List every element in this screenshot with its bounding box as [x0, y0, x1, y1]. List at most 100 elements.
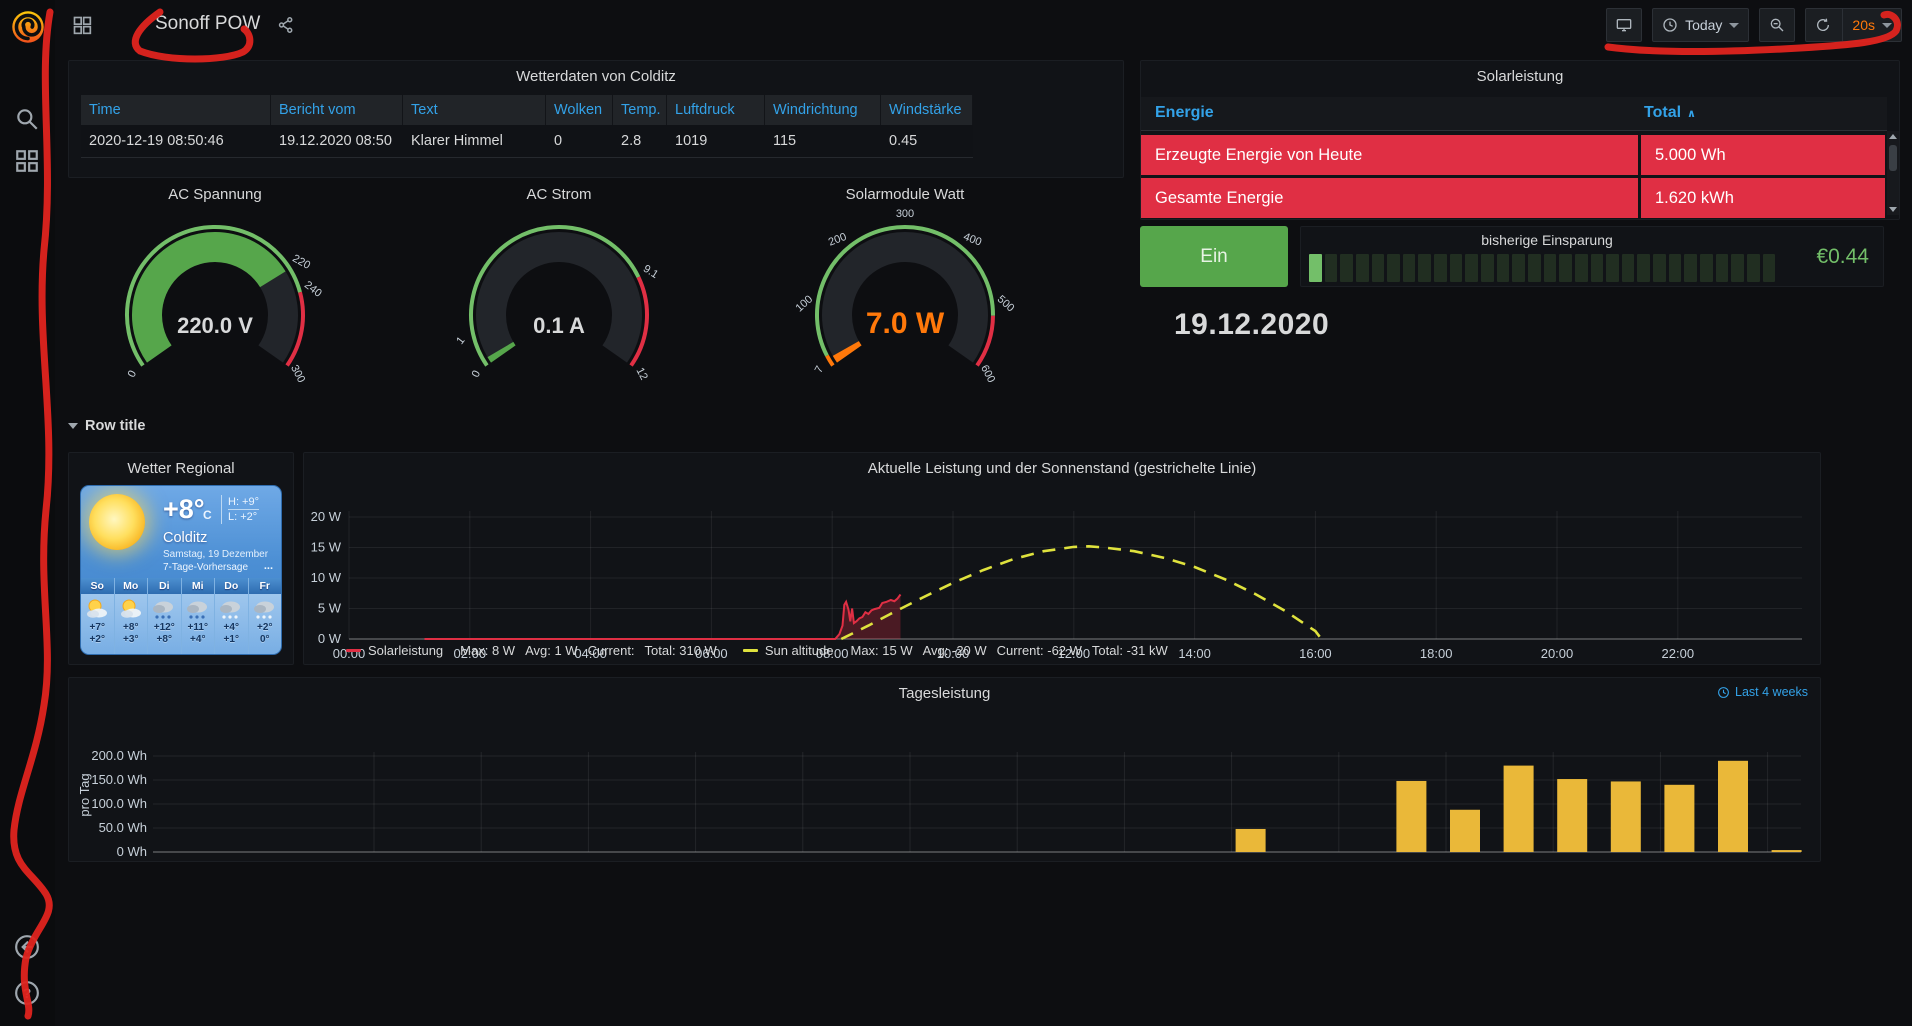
column-header[interactable]: Bericht vom — [271, 95, 403, 125]
column-header-energie[interactable]: Energie — [1155, 104, 1214, 122]
weather-regional-panel: Wetter Regional +8° C H: +9° L: +2° Cold… — [68, 452, 294, 665]
grafana-logo[interactable] — [7, 6, 49, 48]
cell-text: Klarer Himmel — [403, 125, 546, 158]
savings-segment — [1481, 254, 1494, 282]
savings-title: bisherige Einsparung — [1301, 232, 1793, 248]
dashboard-row-toggle[interactable]: Row title — [68, 418, 145, 434]
gauge-tick-label: 12 — [634, 366, 650, 382]
bar-12/14[interactable] — [1504, 766, 1534, 852]
share-icon[interactable] — [277, 16, 295, 34]
gauge-panel: AC Strom019.1120.1 A — [434, 186, 684, 402]
exit-kiosk-icon[interactable] — [14, 934, 40, 960]
savings-segment — [1465, 254, 1478, 282]
dashboards-icon[interactable] — [14, 148, 40, 174]
time-range-override-link[interactable]: Last 4 weeks — [1717, 685, 1808, 699]
column-header[interactable]: Time — [81, 95, 271, 125]
y-axis-tick-label: 0 Wh — [117, 844, 147, 859]
weather-regional-title: Wetter Regional — [69, 460, 293, 477]
legend-series-stats: Max: 8 WAvg: 1 WCurrent:Total: 310 W — [450, 643, 717, 658]
savings-segment — [1637, 254, 1650, 282]
bar-12/16[interactable] — [1611, 781, 1641, 852]
city-name: Colditz — [163, 530, 207, 546]
tv-mode-button[interactable] — [1606, 8, 1642, 42]
savings-bar-gauge — [1309, 254, 1775, 282]
day-name: Do — [215, 578, 248, 594]
gauge-panel: AC Spannung0220240300220.0 V — [90, 186, 340, 402]
bar-chart-title: Tagesleistung — [69, 685, 1820, 702]
x-axis-tick-label: 12/01 — [787, 860, 820, 861]
column-header[interactable]: Temp. — [613, 95, 667, 125]
day-low: +2° — [90, 634, 105, 646]
help-icon[interactable]: ? — [14, 980, 40, 1006]
bar-chart: 0 Wh50.0 Wh100.0 Wh150.0 Wh200.0 Whpro T… — [69, 705, 1820, 861]
legend-item[interactable]: Solarleistung Max: 8 WAvg: 1 WCurrent:Tot… — [346, 643, 717, 658]
legend-item[interactable]: Sun altitudeMax: 15 WAvg: -20 WCurrent: … — [743, 643, 1168, 658]
bar-12/09[interactable] — [1236, 829, 1266, 852]
y-axis-title: pro Tag — [77, 773, 92, 816]
column-header[interactable]: Wolken — [546, 95, 613, 125]
scroll-down-icon[interactable] — [1889, 207, 1897, 212]
x-axis-tick-label: 14:00 — [1178, 646, 1211, 661]
day-high: +11° — [188, 622, 208, 634]
energy-value: 1.620 kWh — [1641, 178, 1885, 218]
partly-sunny-icon — [83, 596, 111, 622]
sort-asc-icon: ∧ — [1687, 108, 1696, 120]
chart-legend: Solarleistung Max: 8 WAvg: 1 WCurrent:Tot… — [346, 643, 1168, 658]
day-low: +3° — [123, 634, 138, 646]
column-header[interactable]: Text — [403, 95, 546, 125]
gauge-tick-label: 220 — [290, 252, 312, 271]
cell-wolken: 0 — [546, 125, 613, 158]
forecast-link[interactable]: 7-Tage-Vorhersage — [163, 562, 248, 573]
gauge-tick-label: 1 — [454, 335, 467, 347]
solar-table-header: Energie Total∧ — [1141, 97, 1887, 131]
refresh-icon — [1815, 17, 1831, 33]
column-header[interactable]: Luftdruck — [667, 95, 765, 125]
savings-segment-filled — [1309, 254, 1322, 282]
legend-series-color — [346, 649, 361, 652]
table-row: 2020-12-19 08:50:46 19.12.2020 08:50 Kla… — [81, 125, 973, 158]
forecast-days: So+7°+2°Mo+8°+3°Di+12°+8°Mi+11°+4°Do+4°+… — [81, 578, 281, 654]
bar-12/15[interactable] — [1557, 779, 1587, 852]
time-range-picker[interactable]: Today — [1652, 8, 1749, 42]
column-header-total[interactable]: Total∧ — [1644, 104, 1696, 122]
bar-12/19[interactable] — [1772, 850, 1802, 852]
bar-12/13[interactable] — [1450, 810, 1480, 852]
x-axis-tick-label: 11/25 — [465, 860, 497, 861]
scrollbar[interactable] — [1887, 131, 1899, 215]
power-toggle-button[interactable]: Ein — [1140, 226, 1288, 287]
weather-table-header: Time Bericht vom Text Wolken Temp. Luftd… — [81, 95, 973, 125]
temp-high: H: +9° — [228, 495, 259, 509]
y-axis-tick-label: 50.0 Wh — [99, 820, 147, 835]
column-header[interactable]: Windstärke — [881, 95, 973, 125]
x-axis-tick-label: 22:00 — [1662, 646, 1695, 661]
x-axis-tick-label: 12/07 — [1108, 860, 1141, 861]
day-low: +1° — [224, 634, 239, 646]
day-name: Fr — [249, 578, 282, 594]
search-icon[interactable] — [14, 106, 40, 132]
bar-12/18[interactable] — [1718, 761, 1748, 852]
energy-value: 5.000 Wh — [1641, 135, 1885, 175]
bar-12/12[interactable] — [1396, 781, 1426, 852]
day-high: +12° — [154, 622, 175, 634]
gauge: 0220240300220.0 V — [95, 207, 335, 399]
scroll-up-icon[interactable] — [1889, 134, 1897, 139]
scrollbar-thumb[interactable] — [1889, 145, 1897, 171]
y-axis-tick-label: 20 W — [311, 509, 342, 524]
dashboard-grid-icon[interactable] — [72, 15, 92, 35]
more-link[interactable]: ... — [264, 560, 273, 572]
legend-series-name: Solarleistung — [368, 643, 443, 658]
gauge: 019.1120.1 A — [439, 207, 679, 399]
clock-icon — [1717, 686, 1730, 699]
savings-segment — [1356, 254, 1369, 282]
zoom-out-button[interactable] — [1759, 8, 1795, 42]
weather-table-panel: Wetterdaten von Colditz Time Bericht vom… — [68, 60, 1124, 178]
column-header[interactable]: Windrichtung — [765, 95, 881, 125]
bar-12/17[interactable] — [1664, 785, 1694, 852]
forecast-day: Mo+8°+3° — [115, 578, 149, 654]
sun-icon — [89, 494, 145, 550]
savings-panel: bisherige Einsparung €0.44 — [1300, 226, 1884, 287]
y-axis-tick-label: 100.0 Wh — [91, 796, 147, 811]
savings-segment — [1418, 254, 1431, 282]
gauge-tick-label: 600 — [978, 363, 997, 385]
refresh-button-group[interactable]: 20s — [1805, 8, 1902, 42]
